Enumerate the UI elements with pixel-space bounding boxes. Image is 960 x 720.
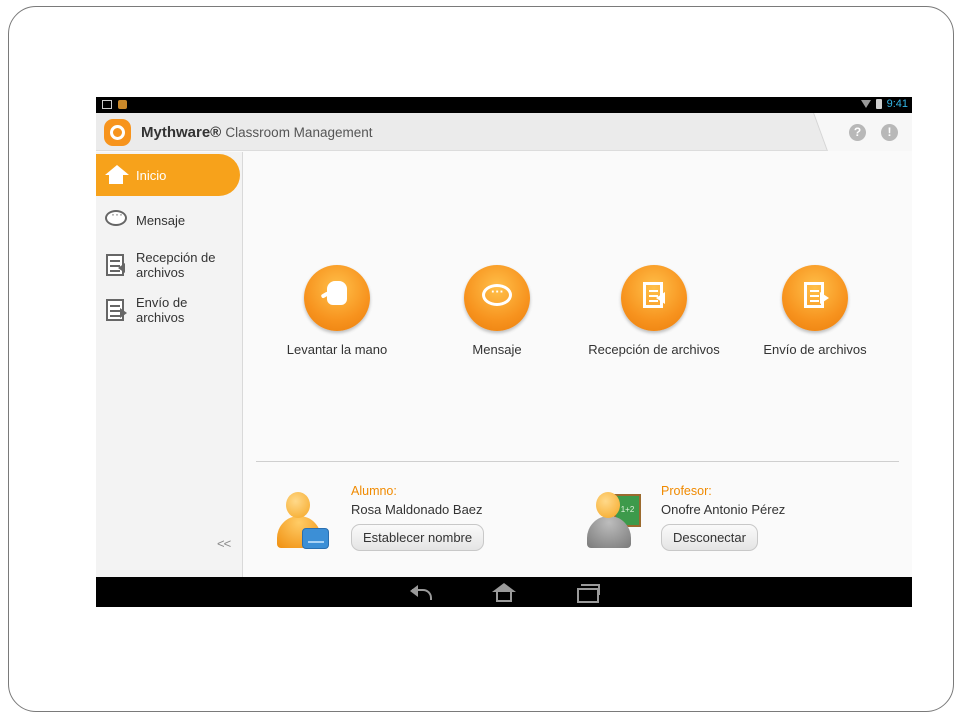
image-notification-icon — [102, 100, 112, 109]
sidebar-item-label: Recepción de archivos — [136, 250, 216, 280]
disconnect-button[interactable]: Desconectar — [661, 524, 758, 551]
main-panel: Levantar la mano Mensaje Recepción de ar… — [244, 152, 912, 577]
wifi-icon — [860, 100, 871, 108]
sidebar-item-label: Inicio — [136, 167, 167, 183]
recent-apps-icon[interactable] — [574, 583, 600, 603]
action-label: Recepción de archivos — [588, 342, 720, 357]
file-send-icon — [782, 265, 848, 331]
navigation-bar — [96, 577, 912, 607]
chat-icon — [104, 207, 130, 231]
app-subtitle: Classroom Management — [225, 125, 373, 140]
file-receive-icon — [621, 265, 687, 331]
backpack-icon — [302, 528, 329, 549]
student-avatar-icon — [277, 492, 329, 549]
teacher-role-label: Profesor: — [661, 484, 712, 498]
raise-hand-icon — [304, 265, 370, 331]
back-icon[interactable] — [410, 583, 436, 601]
alert-icon[interactable]: ! — [881, 124, 898, 141]
app-title: Mythware® Classroom Management — [141, 124, 373, 141]
battery-icon — [875, 99, 882, 109]
sidebar-item-envio[interactable]: Envío de archivos — [96, 293, 243, 327]
action-label: Envío de archivos — [763, 342, 867, 357]
sidebar-item-label: Mensaje — [136, 212, 186, 228]
action-label: Mensaje — [472, 342, 522, 357]
file-send-icon — [104, 299, 130, 321]
sidebar-item-label: Envío de archivos — [136, 295, 188, 325]
header-actions: ? ! — [832, 113, 912, 151]
file-send-button[interactable]: Envío de archivos — [735, 265, 895, 357]
teacher-avatar-icon: 1+2 — [587, 492, 641, 548]
status-time: 9:41 — [886, 98, 908, 110]
section-divider — [256, 461, 899, 462]
sidebar-item-mensaje[interactable]: Mensaje — [96, 207, 243, 233]
sidebar-item-recepcion[interactable]: Recepción de archivos — [96, 248, 243, 282]
home-icon — [104, 164, 130, 186]
sidebar-item-inicio[interactable]: Inicio — [96, 154, 240, 196]
mythware-logo-icon — [104, 119, 131, 146]
student-name: Rosa Maldonado Baez — [351, 502, 483, 517]
sidebar: Inicio Mensaje Recepción de archivos Env… — [96, 152, 243, 577]
app-notification-icon — [118, 100, 127, 109]
message-icon — [464, 265, 530, 331]
home-nav-icon[interactable] — [491, 583, 517, 602]
raise-hand-button[interactable]: Levantar la mano — [257, 265, 417, 357]
teacher-name: Onofre Antonio Pérez — [661, 502, 786, 517]
brand-name: Mythware® — [141, 124, 222, 141]
student-role-label: Alumno: — [351, 484, 397, 498]
set-name-button[interactable]: Establecer nombre — [351, 524, 485, 551]
status-bar: 9:41 — [96, 97, 912, 113]
action-label: Levantar la mano — [286, 342, 388, 357]
file-receive-button[interactable]: Recepción de archivos — [574, 265, 734, 357]
file-receive-icon — [104, 254, 130, 276]
help-icon[interactable]: ? — [849, 124, 866, 141]
message-button[interactable]: Mensaje — [417, 265, 577, 357]
tablet-screen: 9:41 Mythware® Classroom Management ? ! … — [96, 97, 912, 607]
collapse-sidebar-button[interactable]: << — [217, 536, 231, 551]
app-header: Mythware® Classroom Management ? ! — [96, 113, 912, 151]
